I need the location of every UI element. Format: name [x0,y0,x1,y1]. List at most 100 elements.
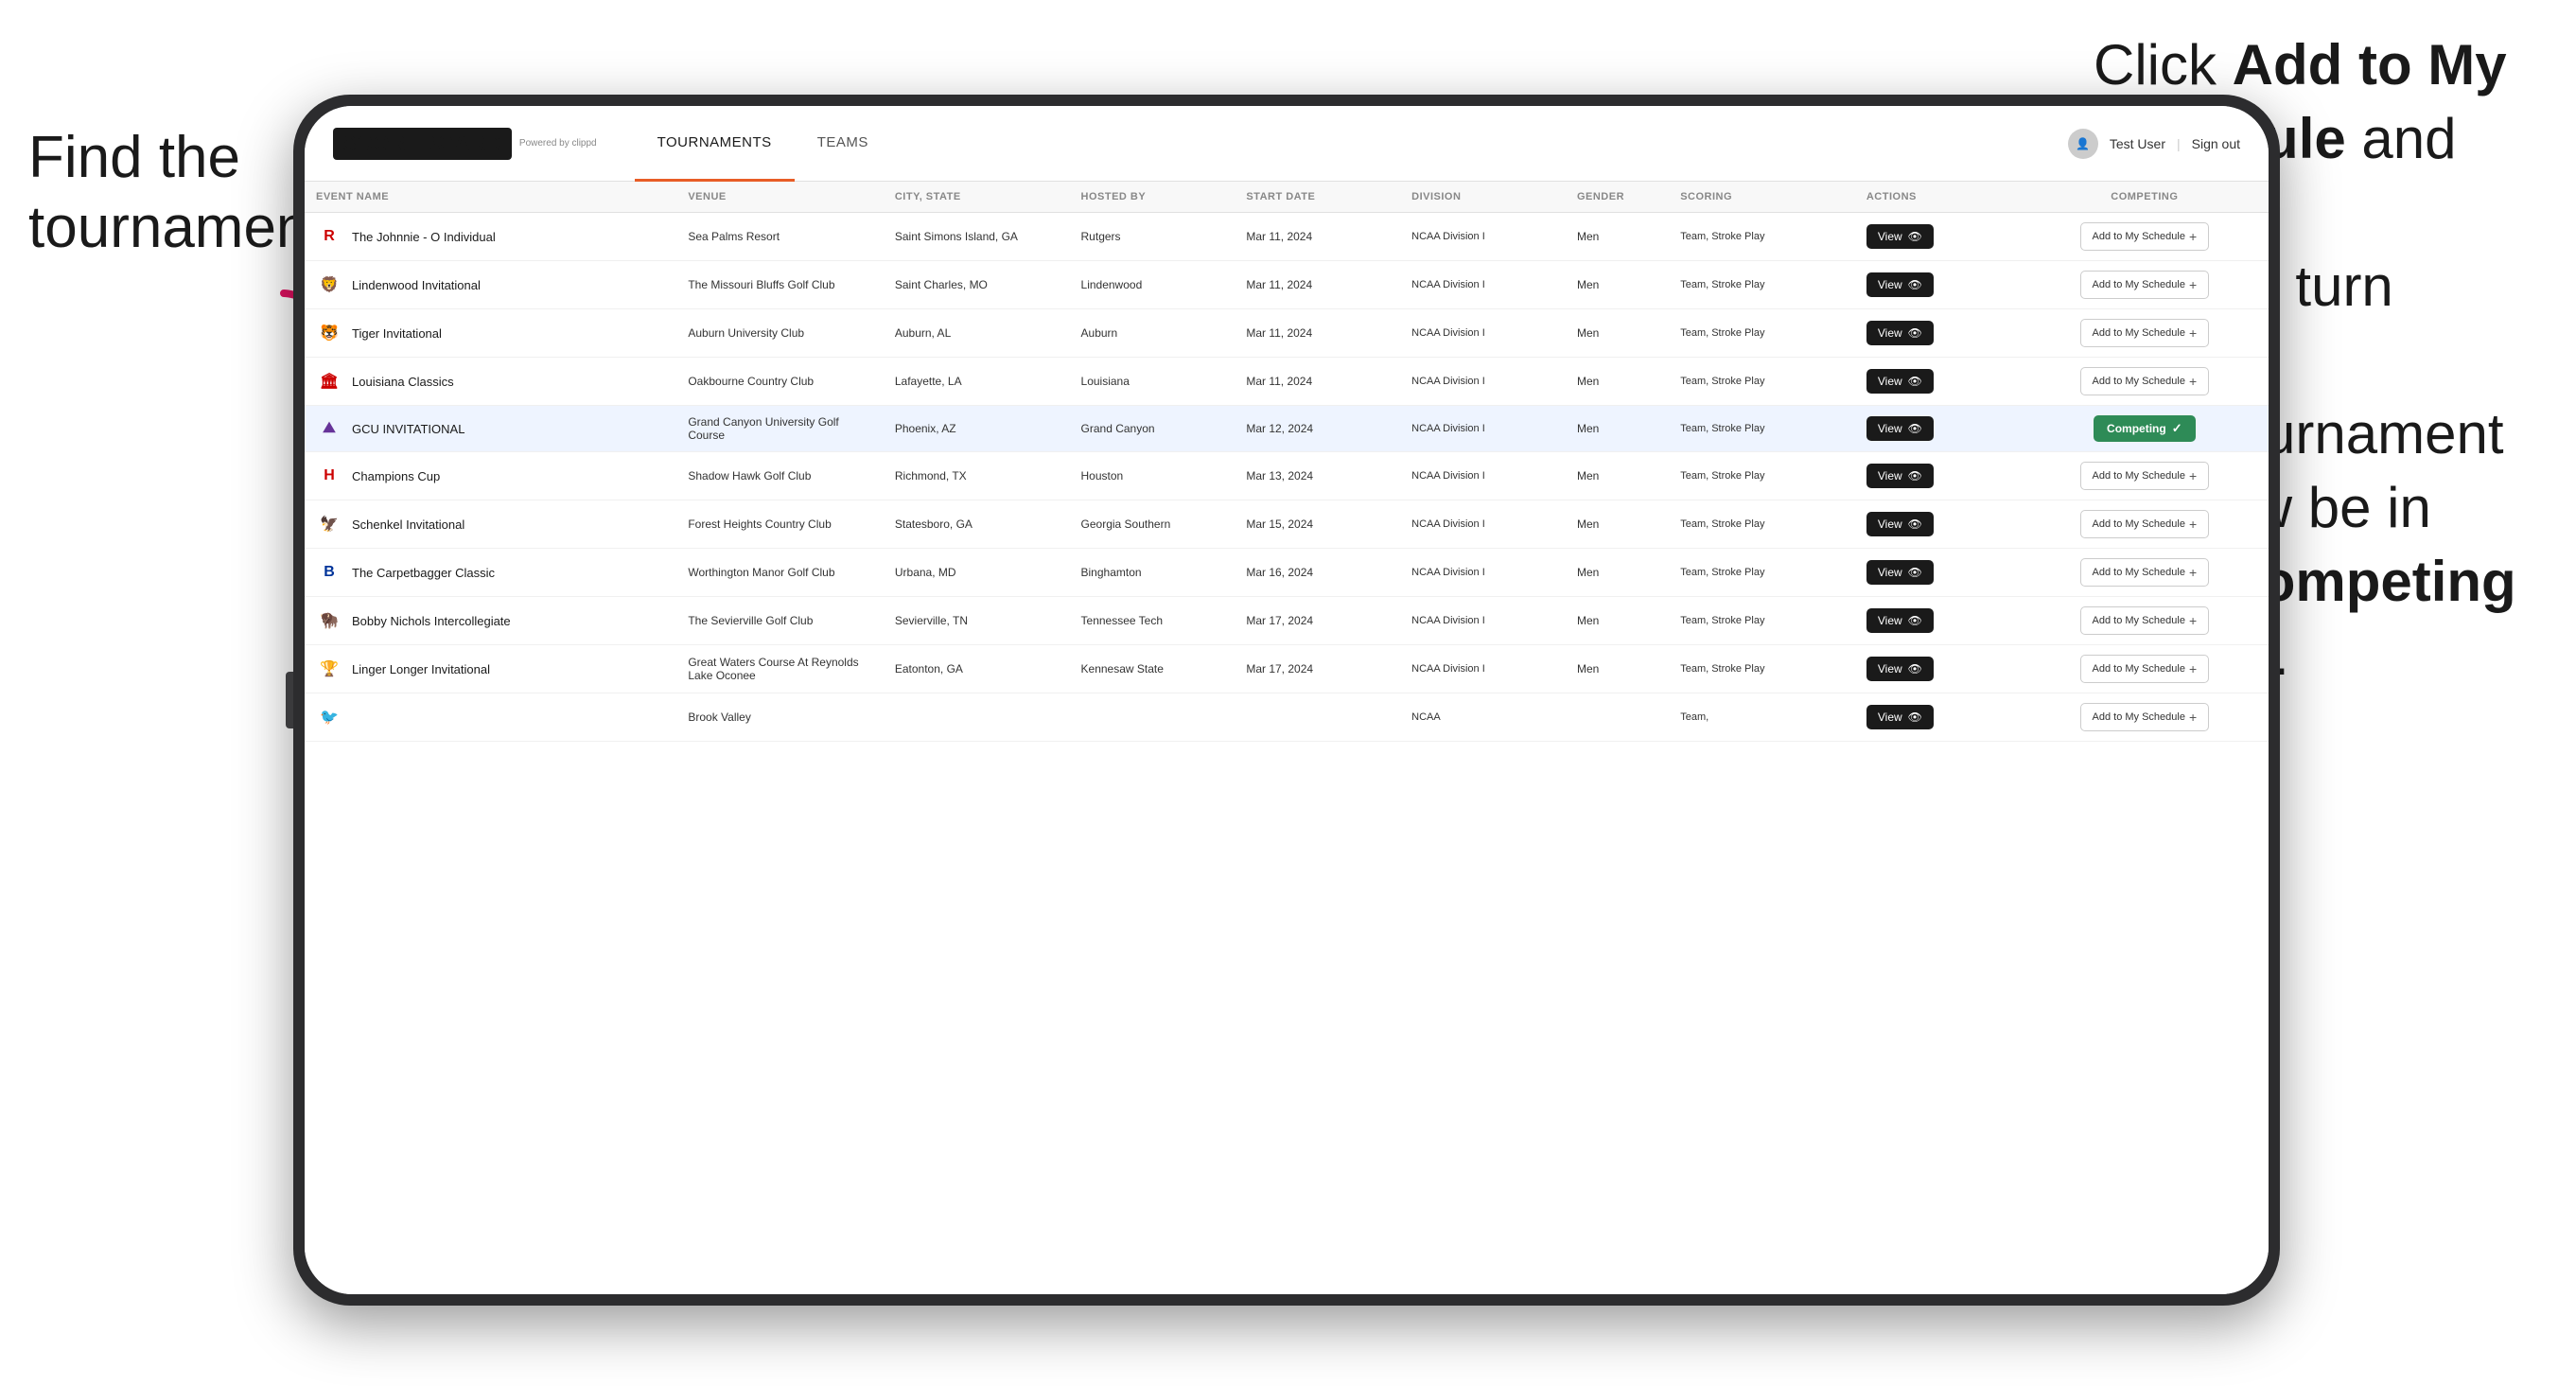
event-name-cell: 🏆 Linger Longer Invitational [305,645,676,693]
eye-icon: 👁 [1908,711,1922,724]
table-container[interactable]: EVENT NAME VENUE CITY, STATE HOSTED BY S… [305,182,2269,1294]
add-to-schedule-button[interactable]: Add to My Schedule + [2080,510,2210,538]
division-cell: NCAA Division I [1400,452,1566,500]
event-name-cell: 🦁 Lindenwood Invitational [305,261,676,309]
sign-out-link[interactable]: Sign out [2192,136,2240,151]
side-button [286,672,293,728]
plus-icon: + [2189,661,2197,676]
eye-icon: 👁 [1908,566,1922,579]
add-to-schedule-button[interactable]: Add to My Schedule + [2080,462,2210,490]
add-to-schedule-button[interactable]: Add to My Schedule + [2080,367,2210,395]
hosted-by-cell: Auburn [1070,309,1235,358]
division-cell: NCAA Division I [1400,645,1566,693]
scoring-cell: Team, Stroke Play [1669,406,1855,452]
venue-cell: Brook Valley [676,693,884,742]
tab-teams[interactable]: TEAMS [795,106,891,182]
team-logo: 🏆 [316,656,342,682]
competing-cell: Add to My Schedule + [2021,500,2269,549]
venue-cell: Auburn University Club [676,309,884,358]
logo-box: SCOREBOARD [333,128,512,160]
table-row: 🏛 Louisiana Classics Oakbourne Country C… [305,358,2269,406]
competing-cell: Add to My Schedule + [2021,645,2269,693]
add-schedule-label: Add to My Schedule [2093,663,2185,675]
nav-bar: SCOREBOARD Powered by clippd TOURNAMENTS… [305,106,2269,182]
event-name: Champions Cup [352,469,440,483]
team-logo: 🦅 [316,511,342,537]
col-header-gender: GENDER [1566,182,1669,213]
event-name-cell: 🦬 Bobby Nichols Intercollegiate [305,597,676,645]
gender-cell: Men [1566,261,1669,309]
nav-tabs: TOURNAMENTS TEAMS [635,106,2068,182]
table-row: 🦬 Bobby Nichols Intercollegiate The Sevi… [305,597,2269,645]
competing-cell: Add to My Schedule + [2021,261,2269,309]
tablet-screen: SCOREBOARD Powered by clippd TOURNAMENTS… [305,106,2269,1294]
view-button[interactable]: View 👁 [1866,321,1934,345]
event-name: Schenkel Invitational [352,518,464,532]
event-name: Linger Longer Invitational [352,662,490,676]
division-cell: NCAA [1400,693,1566,742]
gender-cell [1566,693,1669,742]
hosted-by-cell: Houston [1070,452,1235,500]
gender-cell: Men [1566,597,1669,645]
logo-text: SCOREBOARD [342,133,502,154]
competing-cell: Add to My Schedule + [2021,549,2269,597]
competing-button[interactable]: Competing ✓ [2094,415,2196,442]
competing-cell: Add to My Schedule + [2021,213,2269,261]
eye-icon: 👁 [1908,230,1922,243]
city-cell: Richmond, TX [884,452,1070,500]
event-name-cell: H Champions Cup [305,452,676,500]
add-to-schedule-button[interactable]: Add to My Schedule + [2080,655,2210,683]
view-button[interactable]: View 👁 [1866,464,1934,488]
add-to-schedule-button[interactable]: Add to My Schedule + [2080,558,2210,587]
event-name: The Johnnie - O Individual [352,230,496,244]
actions-cell: View 👁 [1855,500,2021,549]
eye-icon: 👁 [1908,326,1922,340]
view-button[interactable]: View 👁 [1866,657,1934,681]
tab-tournaments[interactable]: TOURNAMENTS [635,106,795,182]
add-to-schedule-button[interactable]: Add to My Schedule + [2080,319,2210,347]
event-name: Tiger Invitational [352,326,442,341]
add-to-schedule-button[interactable]: Add to My Schedule + [2080,222,2210,251]
add-to-schedule-button[interactable]: Add to My Schedule + [2080,606,2210,635]
add-schedule-label: Add to My Schedule [2093,615,2185,626]
col-header-division: DIVISION [1400,182,1566,213]
venue-cell: Oakbourne Country Club [676,358,884,406]
view-button[interactable]: View 👁 [1866,705,1934,729]
add-to-schedule-button[interactable]: Add to My Schedule + [2080,271,2210,299]
table-row: H Champions Cup Shadow Hawk Golf ClubRic… [305,452,2269,500]
team-logo: 🐦 [316,704,342,730]
view-button[interactable]: View 👁 [1866,369,1934,394]
add-schedule-label: Add to My Schedule [2093,470,2185,482]
venue-cell: The Sevierville Golf Club [676,597,884,645]
scoring-cell: Team, Stroke Play [1669,309,1855,358]
view-button[interactable]: View 👁 [1866,608,1934,633]
view-button[interactable]: View 👁 [1866,224,1934,249]
view-button[interactable]: View 👁 [1866,416,1934,441]
competing-cell: Add to My Schedule + [2021,597,2269,645]
venue-cell: Great Waters Course At Reynolds Lake Oco… [676,645,884,693]
col-header-venue: VENUE [676,182,884,213]
view-button[interactable]: View 👁 [1866,512,1934,536]
view-button[interactable]: View 👁 [1866,272,1934,297]
event-name: Lindenwood Invitational [352,278,481,292]
venue-cell: Grand Canyon University Golf Course [676,406,884,452]
add-schedule-label: Add to My Schedule [2093,518,2185,530]
hosted-by-cell: Tennessee Tech [1070,597,1235,645]
hosted-by-cell: Rutgers [1070,213,1235,261]
scoring-cell: Team, Stroke Play [1669,213,1855,261]
actions-cell: View 👁 [1855,645,2021,693]
start-date-cell: Mar 13, 2024 [1235,452,1400,500]
scoring-cell: Team, Stroke Play [1669,452,1855,500]
view-button[interactable]: View 👁 [1866,560,1934,585]
start-date-cell: Mar 17, 2024 [1235,597,1400,645]
add-to-schedule-button[interactable]: Add to My Schedule + [2080,703,2210,731]
division-cell: NCAA Division I [1400,549,1566,597]
event-name-cell: B The Carpetbagger Classic [305,549,676,597]
hosted-by-cell: Lindenwood [1070,261,1235,309]
competing-cell: Add to My Schedule + [2021,358,2269,406]
start-date-cell: Mar 15, 2024 [1235,500,1400,549]
competing-cell: Add to My Schedule + [2021,693,2269,742]
add-schedule-label: Add to My Schedule [2093,711,2185,723]
scoring-cell: Team, Stroke Play [1669,500,1855,549]
city-cell: Eatonton, GA [884,645,1070,693]
